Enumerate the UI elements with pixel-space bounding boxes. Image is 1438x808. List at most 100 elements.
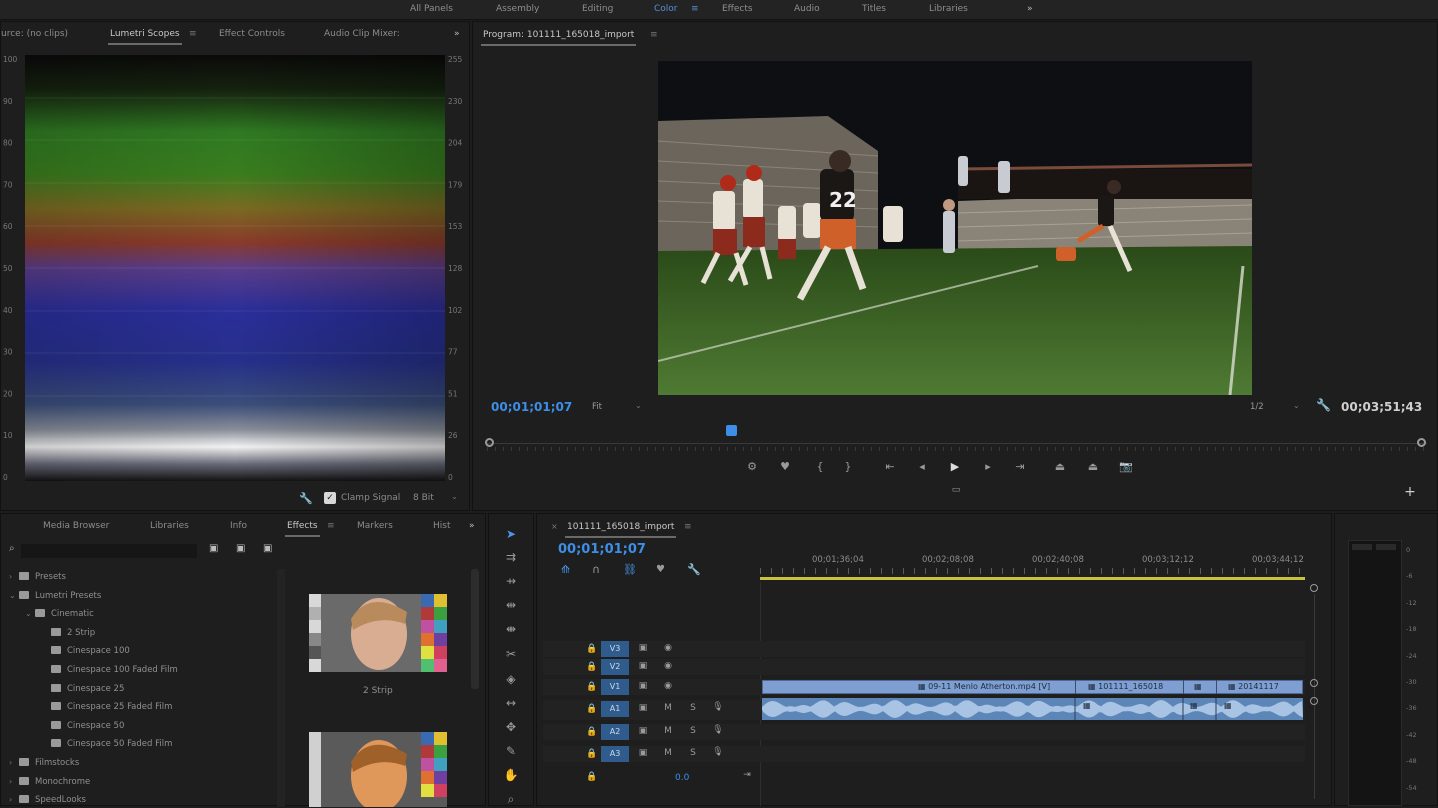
effects-tree-item[interactable]: ⌄ Cinematic bbox=[25, 606, 94, 622]
caret-icon[interactable]: ⌄ bbox=[9, 588, 19, 604]
lock-icon[interactable]: 🔒 bbox=[585, 682, 599, 692]
razor-tool-icon[interactable]: ✂ bbox=[501, 645, 521, 663]
panel-menu-icon[interactable]: ≡ bbox=[189, 29, 197, 39]
play-icon[interactable]: ▶ bbox=[946, 459, 964, 475]
program-playhead[interactable] bbox=[726, 425, 738, 436]
chevron-down-icon[interactable]: ⌄ bbox=[451, 492, 458, 501]
timeline-sequence-tab[interactable]: 101111_165018_import bbox=[564, 522, 677, 538]
preview-scrollbar[interactable] bbox=[471, 569, 479, 689]
audio-clip-a1[interactable]: ▦ ▦ ▦ bbox=[762, 698, 1303, 720]
scrubber-track[interactable] bbox=[487, 443, 1427, 444]
bit-depth-select[interactable]: 8 Bit bbox=[413, 493, 434, 503]
sync-lock-icon[interactable]: ▣ bbox=[636, 661, 650, 671]
clip-label-1[interactable]: ▦ 09-11 Menlo Atherton.mp4 [V] bbox=[918, 682, 1050, 691]
clip-label-2[interactable]: ▦ 101111_165018 bbox=[1088, 682, 1163, 691]
tab-markers[interactable]: Markers bbox=[357, 521, 393, 531]
lock-icon[interactable]: 🔒 bbox=[585, 662, 599, 672]
tab-history[interactable]: Hist bbox=[433, 521, 451, 531]
ripple-edit-tool-icon[interactable]: ⇸ bbox=[501, 572, 521, 590]
go-to-in-icon[interactable]: ⇤ bbox=[881, 459, 899, 475]
panel-overflow-icon[interactable]: » bbox=[454, 29, 460, 39]
32bit-effects-icon[interactable]: ▣ bbox=[236, 543, 245, 554]
microphone-icon[interactable]: 🎙 bbox=[711, 702, 725, 712]
clamp-signal-checkbox[interactable]: ✓ bbox=[324, 492, 336, 504]
tree-scrollbar[interactable] bbox=[277, 569, 285, 807]
step-back-icon[interactable]: ◂ bbox=[913, 459, 931, 475]
sync-lock-icon[interactable]: ▣ bbox=[636, 748, 650, 758]
solo-button[interactable]: S bbox=[686, 703, 700, 713]
scrubber-end-handle[interactable] bbox=[1417, 438, 1426, 447]
accelerated-effects-icon[interactable]: ▣ bbox=[209, 543, 218, 554]
track-select-tool-icon[interactable]: ⇉ bbox=[501, 548, 521, 566]
effects-tree-item[interactable]: Cinespace 100 Faded Film bbox=[41, 662, 178, 678]
track-label-v3[interactable]: V3 bbox=[601, 641, 629, 657]
tab-effects[interactable]: Effects bbox=[285, 521, 320, 537]
extract-icon[interactable]: ⏏ bbox=[1084, 459, 1102, 475]
nest-toggle-icon[interactable]: ⟰ bbox=[561, 563, 570, 576]
effects-tree-item[interactable]: 2 Strip bbox=[41, 625, 95, 641]
zoom-level-select[interactable]: Fit bbox=[592, 402, 602, 412]
zoom-chevron-icon[interactable]: ⌄ bbox=[635, 401, 642, 410]
track-label-a2[interactable]: A2 bbox=[601, 724, 629, 740]
master-track-icon[interactable]: ⇥ bbox=[740, 770, 754, 780]
solo-button[interactable]: S bbox=[686, 726, 700, 736]
export-frame-icon[interactable]: 📷 bbox=[1117, 459, 1135, 475]
effects-tree-item[interactable]: Cinespace 50 Faded Film bbox=[41, 736, 172, 752]
caret-icon[interactable]: › bbox=[9, 774, 19, 790]
lock-icon[interactable]: 🔒 bbox=[585, 644, 599, 654]
workspace-menu-icon[interactable]: ≡ bbox=[691, 4, 699, 14]
workspace-tab-effects[interactable]: Effects bbox=[722, 4, 753, 14]
linked-selection-icon[interactable]: ⛓ bbox=[623, 563, 637, 576]
microphone-icon[interactable]: 🎙 bbox=[711, 725, 725, 735]
sync-lock-icon[interactable]: ▣ bbox=[636, 643, 650, 653]
solo-button[interactable]: S bbox=[686, 748, 700, 758]
track-label-a3[interactable]: A3 bbox=[601, 746, 629, 762]
effects-tree-item[interactable]: › Monochrome bbox=[9, 774, 90, 790]
resolution-select[interactable]: 1/2 bbox=[1250, 402, 1264, 412]
effects-tree-item[interactable]: › Filmstocks bbox=[9, 755, 79, 771]
tab-libraries[interactable]: Libraries bbox=[150, 521, 189, 531]
effects-tree-item[interactable]: Cinespace 100 bbox=[41, 643, 130, 659]
mark-out-icon[interactable]: } bbox=[839, 459, 857, 475]
program-menu-icon[interactable]: ≡ bbox=[650, 30, 658, 40]
tab-lumetri-scopes[interactable]: Lumetri Scopes bbox=[108, 29, 182, 45]
step-forward-icon[interactable]: ▸ bbox=[979, 459, 997, 475]
pen-tool-icon[interactable]: ✥ bbox=[501, 718, 521, 736]
timeline-vertical-scrollbar[interactable] bbox=[1309, 582, 1321, 806]
microphone-icon[interactable]: 🎙 bbox=[711, 747, 725, 757]
effects-tree-item[interactable]: Cinespace 50 bbox=[41, 718, 124, 734]
slip-tool-icon[interactable]: ◈ bbox=[501, 670, 521, 688]
snap-magnet-icon[interactable]: ∩ bbox=[592, 563, 600, 576]
effects-tree-item[interactable]: Cinespace 25 Faded Film bbox=[41, 699, 172, 715]
add-marker-settings-icon[interactable]: ⚙ bbox=[743, 459, 761, 475]
scrubber-start-handle[interactable] bbox=[485, 438, 494, 447]
add-marker-timeline-icon[interactable]: ♥ bbox=[656, 564, 665, 575]
effects-search-input[interactable] bbox=[21, 544, 197, 558]
rolling-edit-tool-icon[interactable]: ⇹ bbox=[501, 596, 521, 614]
workspace-tab-libraries[interactable]: Libraries bbox=[929, 4, 968, 14]
eye-icon[interactable]: ◉ bbox=[661, 643, 675, 653]
eye-icon[interactable]: ◉ bbox=[661, 661, 675, 671]
workspace-tab-color[interactable]: Color bbox=[654, 4, 678, 14]
mute-button[interactable]: M bbox=[661, 726, 675, 736]
mute-button[interactable]: M bbox=[661, 703, 675, 713]
track-label-v1[interactable]: V1 bbox=[601, 679, 629, 695]
sync-lock-icon[interactable]: ▣ bbox=[636, 703, 650, 713]
program-timecode-current[interactable]: 00;01;01;07 bbox=[491, 400, 572, 414]
mark-in-icon[interactable]: { bbox=[811, 459, 829, 475]
workspace-tab-titles[interactable]: Titles bbox=[862, 4, 886, 14]
tab-source[interactable]: urce: (no clips) bbox=[1, 29, 68, 39]
effects-tree-item[interactable]: ⌄ Lumetri Presets bbox=[9, 588, 101, 604]
track-label-a1[interactable]: A1 bbox=[601, 701, 629, 717]
workspace-tab-assembly[interactable]: Assembly bbox=[496, 4, 539, 14]
timeline-menu-icon[interactable]: ≡ bbox=[684, 522, 692, 532]
button-editor-plus-icon[interactable]: + bbox=[1401, 484, 1419, 500]
caret-icon[interactable]: ⌄ bbox=[25, 606, 35, 622]
program-monitor-title[interactable]: Program: 101111_165018_import bbox=[480, 30, 637, 46]
eye-icon[interactable]: ◉ bbox=[661, 681, 675, 691]
lock-icon[interactable]: 🔒 bbox=[585, 749, 599, 759]
close-tab-icon[interactable]: × bbox=[551, 522, 558, 531]
tab-effect-controls[interactable]: Effect Controls bbox=[219, 29, 285, 39]
settings-wrench-icon[interactable]: 🔧 bbox=[1316, 398, 1331, 412]
workspace-tab-audio[interactable]: Audio bbox=[794, 4, 820, 14]
